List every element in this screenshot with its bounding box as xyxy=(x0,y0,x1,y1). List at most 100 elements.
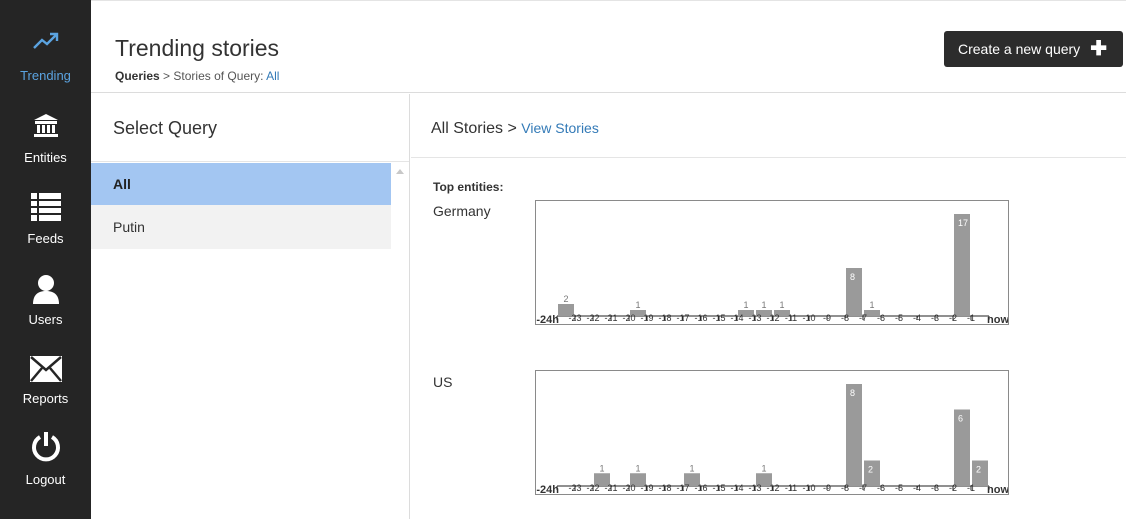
nav-label: Feeds xyxy=(27,231,64,246)
nav-label: Logout xyxy=(25,472,66,487)
x-tick-label: -22 xyxy=(586,483,599,493)
x-tick-label: -18 xyxy=(658,483,671,493)
view-stories-link[interactable]: View Stories xyxy=(521,120,599,136)
entity-name-germany: Germany xyxy=(433,203,491,219)
nav-entities[interactable]: Entities xyxy=(0,105,91,185)
x-tick-label: -13 xyxy=(748,483,761,493)
x-tick-label: -6 xyxy=(877,483,885,493)
x-tick-label: -2 xyxy=(949,483,957,493)
breadcrumb-separator: > xyxy=(163,69,171,83)
bar-value-label: 1 xyxy=(599,463,604,473)
x-tick-label: -10 xyxy=(802,483,815,493)
bar-value-label: 1 xyxy=(779,300,784,310)
chart-us-svg: 1 1 1 18262-24h -23 -22 -21 -20 -19 -18 -17 -16 -15-… xyxy=(536,384,1008,494)
bar-value-label: 2 xyxy=(976,465,981,475)
x-tick-label: -14 xyxy=(730,313,743,323)
x-tick-label: -5 xyxy=(895,483,903,493)
x-tick-label: -1 xyxy=(967,483,975,493)
bar-value-label: 1 xyxy=(869,300,874,310)
x-tick-label: -9 xyxy=(823,313,831,323)
query-panel: Select Query All Putin xyxy=(91,94,410,519)
page-title: Trending stories xyxy=(115,35,280,61)
x-tick-label: now xyxy=(987,484,1008,494)
x-tick-label: -24h xyxy=(536,484,559,494)
power-icon xyxy=(0,431,91,463)
stories-panel: All Stories > View Stories Top entities:… xyxy=(411,94,1126,519)
nav-logout[interactable]: Logout xyxy=(0,428,91,508)
app: Trending Entities Feeds Users Reports Lo… xyxy=(0,0,1126,519)
bank-icon xyxy=(0,113,91,139)
bar-value-label: 6 xyxy=(958,414,963,424)
breadcrumb-stories: Stories of Query: xyxy=(173,69,264,83)
bar-value-label: 1 xyxy=(635,300,640,310)
chart-us: 1 1 1 1 8 2 6 2 -24h -23 -22 -21 -20 -19 -18 -17 -16 -15-… xyxy=(535,370,1009,495)
stories-heading: All Stories xyxy=(431,120,504,137)
top-entities-label: Top entities: xyxy=(433,180,504,194)
x-tick-label: -15 xyxy=(712,313,725,323)
x-tick-label: -16 xyxy=(694,483,707,493)
x-tick-label: -8 xyxy=(841,313,849,323)
x-tick-label: -23 xyxy=(568,313,581,323)
x-tick-label: -10 xyxy=(802,313,815,323)
nav-label: Users xyxy=(28,312,63,327)
list-icon xyxy=(0,193,91,221)
nav-feeds[interactable]: Feeds xyxy=(0,186,91,266)
bar-value-label: 1 xyxy=(635,463,640,473)
bar-value-label: 1 xyxy=(743,300,748,310)
query-item-label: Putin xyxy=(113,219,145,235)
query-list-scrollbar[interactable] xyxy=(392,163,409,519)
breadcrumb-queries[interactable]: Queries xyxy=(115,69,160,83)
x-tick-label: -2 xyxy=(949,313,957,323)
bar-value-label: 2 xyxy=(563,294,568,304)
sidebar: Trending Entities Feeds Users Reports Lo… xyxy=(0,0,91,519)
query-item-putin[interactable]: Putin xyxy=(91,205,391,249)
x-tick-label: -5 xyxy=(895,313,903,323)
x-tick-label: -13 xyxy=(748,313,761,323)
x-tick-label: -19 xyxy=(640,313,653,323)
nav-users[interactable]: Users xyxy=(0,268,91,348)
x-tick-label: -14 xyxy=(730,483,743,493)
x-tick-label: -23 xyxy=(568,483,581,493)
query-item-all[interactable]: All xyxy=(91,163,391,205)
stories-header: All Stories > View Stories xyxy=(411,94,1126,158)
x-tick-label: -11 xyxy=(785,483,797,493)
trending-icon xyxy=(0,32,91,50)
x-tick-label: -7 xyxy=(859,483,867,493)
x-tick-label: -11 xyxy=(785,313,797,323)
x-tick-label: -19 xyxy=(640,483,653,493)
nav-reports[interactable]: Reports xyxy=(0,349,91,429)
create-query-button[interactable]: Create a new query ✚ xyxy=(944,31,1123,67)
bar-value-label: 1 xyxy=(689,463,694,473)
x-tick-label: -15 xyxy=(712,483,725,493)
x-tick-label: now xyxy=(987,314,1008,324)
bar--2 xyxy=(954,214,970,316)
scroll-up-icon[interactable] xyxy=(396,169,404,174)
stories-title: All Stories > View Stories xyxy=(431,120,599,138)
x-tick-label: -3 xyxy=(931,313,939,323)
plus-icon: ✚ xyxy=(1090,38,1107,60)
x-tick-label: -16 xyxy=(694,313,707,323)
bar--8 xyxy=(846,384,862,486)
bar-value-label: 2 xyxy=(868,465,873,475)
x-tick-label: -22 xyxy=(586,313,599,323)
bar-value-label: 17 xyxy=(958,218,968,228)
bar-value-label: 1 xyxy=(761,463,766,473)
x-tick-label: -18 xyxy=(658,313,671,323)
x-tick-label: -9 xyxy=(823,483,831,493)
x-tick-label: -4 xyxy=(913,313,921,323)
query-list: All Putin xyxy=(91,163,409,519)
x-tick-label: -7 xyxy=(859,313,867,323)
query-item-label: All xyxy=(113,176,131,192)
create-query-label: Create a new query xyxy=(958,41,1081,57)
entity-name-us: US xyxy=(433,374,453,390)
stories-separator: > xyxy=(507,120,517,137)
x-tick-label: -20 xyxy=(622,483,635,493)
x-tick-label: -3 xyxy=(931,483,939,493)
bar-value-label: 8 xyxy=(850,272,855,282)
bar-value-label: 8 xyxy=(850,388,855,398)
x-tick-label: -17 xyxy=(676,313,689,323)
x-tick-label: -12 xyxy=(766,313,779,323)
x-tick-label: -17 xyxy=(676,483,689,493)
nav-trending[interactable]: Trending xyxy=(0,22,91,102)
x-tick-label: -21 xyxy=(604,483,617,493)
